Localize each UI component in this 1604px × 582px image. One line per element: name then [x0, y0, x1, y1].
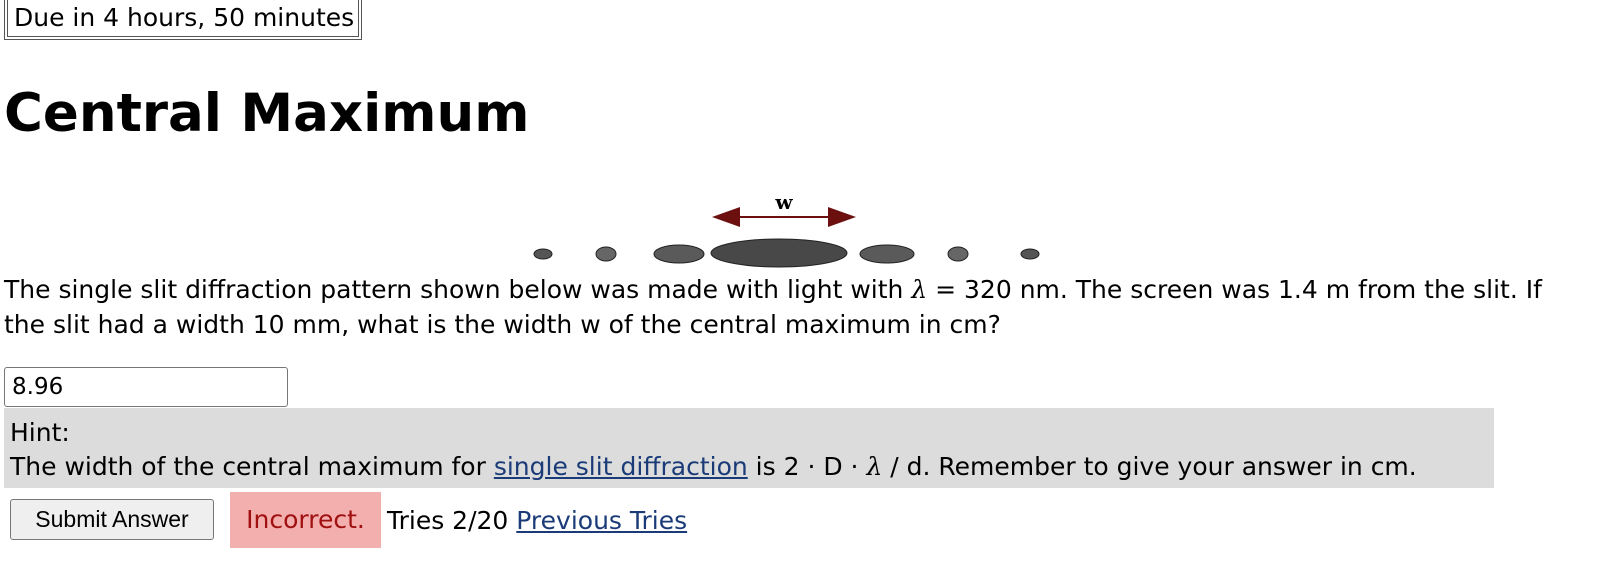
question-text: The single slit diffraction pattern show…	[4, 272, 1564, 342]
diffraction-pattern-figure: w	[533, 190, 1040, 268]
lambda-symbol: λ	[911, 275, 928, 304]
hint-box: Hint: The width of the central maximum f…	[4, 408, 1494, 488]
hint-heading: Hint:	[10, 418, 70, 447]
submit-answer-button[interactable]: Submit Answer	[10, 499, 214, 540]
hint-text-middle: is 2 · D ·	[747, 452, 867, 481]
hint-text-after: / d. Remember to give your answer in cm.	[882, 452, 1417, 481]
fringe-left-1	[653, 244, 705, 264]
due-text: Due in 4 hours, 50 minutes	[14, 3, 355, 32]
answer-input[interactable]	[4, 367, 288, 407]
hint-text: The width of the central maximum for sin…	[10, 450, 1488, 484]
fringe-central-maximum	[710, 238, 848, 268]
tries-count: Tries 2/20	[387, 506, 509, 535]
status-badge: Incorrect.	[230, 492, 381, 548]
fringe-right-2	[947, 246, 969, 262]
hint-lambda-symbol: λ	[866, 452, 883, 481]
width-label: w	[774, 190, 793, 214]
hint-text-before: The width of the central maximum for	[10, 452, 494, 481]
due-timer: Due in 4 hours, 50 minutes	[4, 0, 363, 40]
question-part-1: The single slit diffraction pattern show…	[4, 275, 904, 304]
fringe-left-2	[595, 246, 617, 262]
previous-tries-link[interactable]: Previous Tries	[516, 506, 687, 535]
page-title: Central Maximum	[4, 83, 530, 144]
fringe-right-1	[859, 244, 915, 264]
fringe-right-3	[1020, 248, 1040, 260]
tries-info: Tries 2/20 Previous Tries	[387, 504, 687, 538]
single-slit-diffraction-link[interactable]: single slit diffraction	[494, 452, 748, 481]
fringe-left-3	[533, 248, 553, 260]
